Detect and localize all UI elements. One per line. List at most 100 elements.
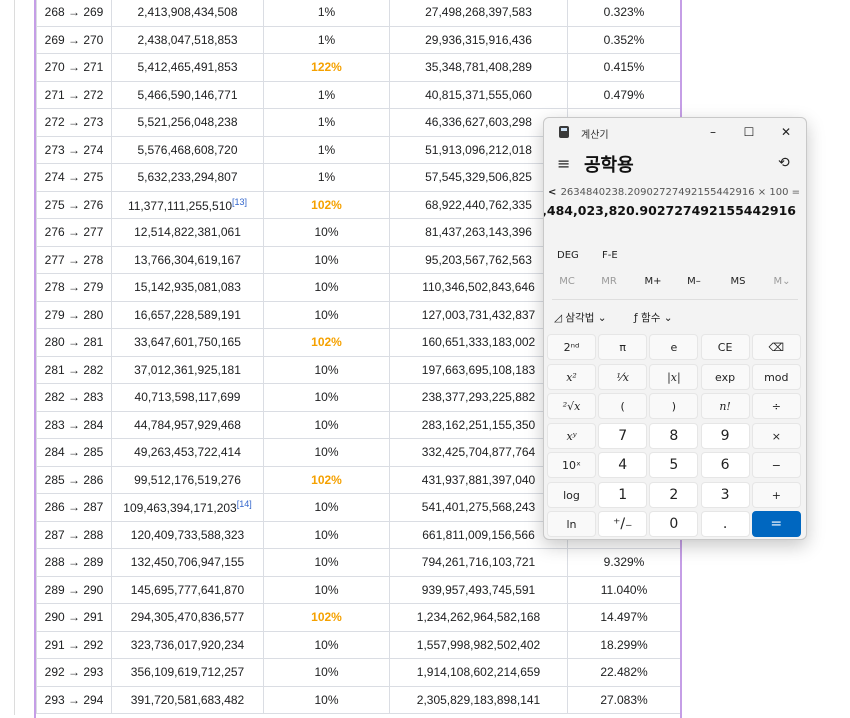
calculator-window[interactable]: 계산기 – ☐ ✕ ≡ 공학용 ⟲ < 2634840238.209027274… (543, 117, 807, 540)
cell-range: 284 → 285 (36, 438, 112, 467)
cell-amount: 5,576,468,608,720 (111, 135, 264, 164)
close-button[interactable]: ✕ (773, 122, 799, 142)
cell-rate: 1% (263, 135, 390, 164)
memory-button-4[interactable]: M– (674, 276, 714, 287)
function-row: ◿ 삼각법 ⌄ ƒ 함수 ⌄ (544, 308, 806, 330)
key-5-3[interactable]: 3 (700, 481, 750, 508)
cell-amount: 323,736,017,920,234 (111, 630, 264, 659)
deg-toggle-button[interactable]: DEG (557, 250, 579, 261)
cell-total: 238,377,293,225,882 (389, 383, 568, 412)
result-display: 49,263,484,023,820.902727492155442916 (543, 203, 796, 218)
key-5-1[interactable]: 1 (598, 481, 648, 508)
cell-amount: 5,466,590,146,771 (111, 80, 264, 109)
cell-amount: 37,012,361,925,181 (111, 355, 264, 384)
key-4-4[interactable]: − (751, 452, 801, 478)
key-2-3[interactable]: n! (700, 393, 750, 419)
cell-total: 197,663,695,108,183 (389, 355, 568, 384)
key-0-0[interactable]: 2ⁿᵈ (547, 334, 596, 360)
calculator-app-icon (559, 126, 569, 138)
trigonometry-dropdown[interactable]: ◿ 삼각법 ⌄ (554, 310, 607, 325)
cell-rate: 1% (263, 108, 390, 137)
cell-range: 285 → 286 (36, 465, 112, 494)
key-1-4[interactable]: mod (751, 363, 801, 390)
key-6-3[interactable]: . (700, 511, 750, 537)
memory-button-3[interactable]: M+ (633, 276, 673, 287)
key-1-0[interactable]: x² (547, 363, 596, 390)
key-3-2[interactable]: 8 (649, 422, 699, 449)
cell-rate: 10% (263, 218, 390, 247)
key-2-1[interactable]: ( (598, 393, 648, 419)
key-2-4[interactable]: ÷ (751, 393, 801, 419)
key-4-3[interactable]: 6 (700, 452, 750, 478)
key-6-0[interactable]: ln (547, 511, 596, 537)
key-3-3[interactable]: 9 (700, 422, 750, 449)
key-0-2[interactable]: e (649, 334, 699, 360)
cell-range: 291 → 292 (36, 630, 112, 659)
cell-rate: 1% (263, 163, 390, 192)
table-row: 270 → 271 5,412,465,491,853 122% 35,348,781… (36, 53, 680, 82)
key-1-2[interactable]: |x| (649, 363, 699, 390)
key-4-0[interactable]: 10ˣ (547, 452, 596, 478)
cell-range: 290 → 291 (36, 603, 112, 632)
cell-rate: 1% (263, 0, 390, 27)
reference-link[interactable]: [13] (232, 197, 247, 207)
cell-range: 277 → 278 (36, 245, 112, 274)
key-3-4[interactable]: × (751, 422, 801, 449)
expression-scroll-left-icon[interactable]: < (548, 187, 556, 198)
key-6-2[interactable]: 0 (649, 511, 699, 537)
cell-amount: 49,263,453,722,414 (111, 438, 264, 467)
cell-rate: 10% (263, 520, 390, 549)
cell-rate: 102% (263, 465, 390, 494)
cell-amount: 109,463,394,171,203[14] (111, 493, 264, 522)
cell-total: 541,401,275,568,243 (389, 493, 568, 522)
key-4-2[interactable]: 5 (649, 452, 699, 478)
key-4-1[interactable]: 4 (598, 452, 648, 478)
cell-amount: 145,695,777,641,870 (111, 575, 264, 604)
key-6-4[interactable]: = (751, 511, 801, 537)
cell-total: 95,203,567,762,563 (389, 245, 568, 274)
key-5-0[interactable]: log (547, 481, 596, 508)
cell-amount: 12,514,822,381,061 (111, 218, 264, 247)
cell-range: 292 → 293 (36, 658, 112, 687)
cell-percent: 27.083% (567, 685, 680, 714)
reference-link[interactable]: [14] (237, 499, 252, 509)
maximize-button[interactable]: ☐ (736, 122, 762, 142)
cell-percent: 0.415% (567, 53, 680, 82)
key-0-1[interactable]: π (598, 334, 648, 360)
memory-button-6[interactable]: M⌄ (762, 276, 802, 287)
key-6-1[interactable]: ⁺/₋ (598, 511, 648, 537)
calculator-titlebar[interactable]: 계산기 – ☐ ✕ (544, 118, 806, 146)
key-5-2[interactable]: 2 (649, 481, 699, 508)
memory-button-2[interactable]: MR (589, 276, 629, 287)
key-1-1[interactable]: ¹⁄x (598, 363, 648, 390)
key-2-0[interactable]: ²√x (547, 393, 596, 419)
cell-range: 280 → 281 (36, 328, 112, 357)
expression-row: < 2634840238.20902727492155442916 × 100 … (548, 187, 800, 201)
cell-total: 283,162,251,155,350 (389, 410, 568, 439)
fe-toggle-button[interactable]: F-E (602, 250, 618, 261)
calculator-mode-title: 공학용 (584, 155, 634, 176)
cell-percent: 0.352% (567, 25, 680, 54)
hamburger-menu-icon[interactable]: ≡ (557, 154, 570, 173)
cell-rate: 10% (263, 548, 390, 577)
cell-range: 272 → 273 (36, 108, 112, 137)
key-3-1[interactable]: 7 (598, 422, 648, 449)
key-1-3[interactable]: exp (700, 363, 750, 390)
key-0-4[interactable]: ⌫ (751, 334, 801, 360)
cell-amount: 99,512,176,519,276 (111, 465, 264, 494)
history-icon[interactable]: ⟲ (778, 155, 790, 171)
key-2-2[interactable]: ) (649, 393, 699, 419)
cell-amount: 15,142,935,081,083 (111, 273, 264, 302)
memory-button-1[interactable]: MC (547, 276, 587, 287)
memory-button-5[interactable]: MS (718, 276, 758, 287)
cell-range: 281 → 282 (36, 355, 112, 384)
cell-percent: 18.299% (567, 630, 680, 659)
key-5-4[interactable]: + (751, 481, 801, 508)
key-0-3[interactable]: CE (700, 334, 750, 360)
function-dropdown[interactable]: ƒ 함수 ⌄ (634, 310, 673, 325)
cell-amount: 391,720,581,683,482 (111, 685, 264, 714)
minimize-button[interactable]: – (700, 122, 726, 142)
cell-rate: 102% (263, 328, 390, 357)
key-3-0[interactable]: xʸ (547, 422, 596, 449)
cell-rate: 10% (263, 685, 390, 714)
